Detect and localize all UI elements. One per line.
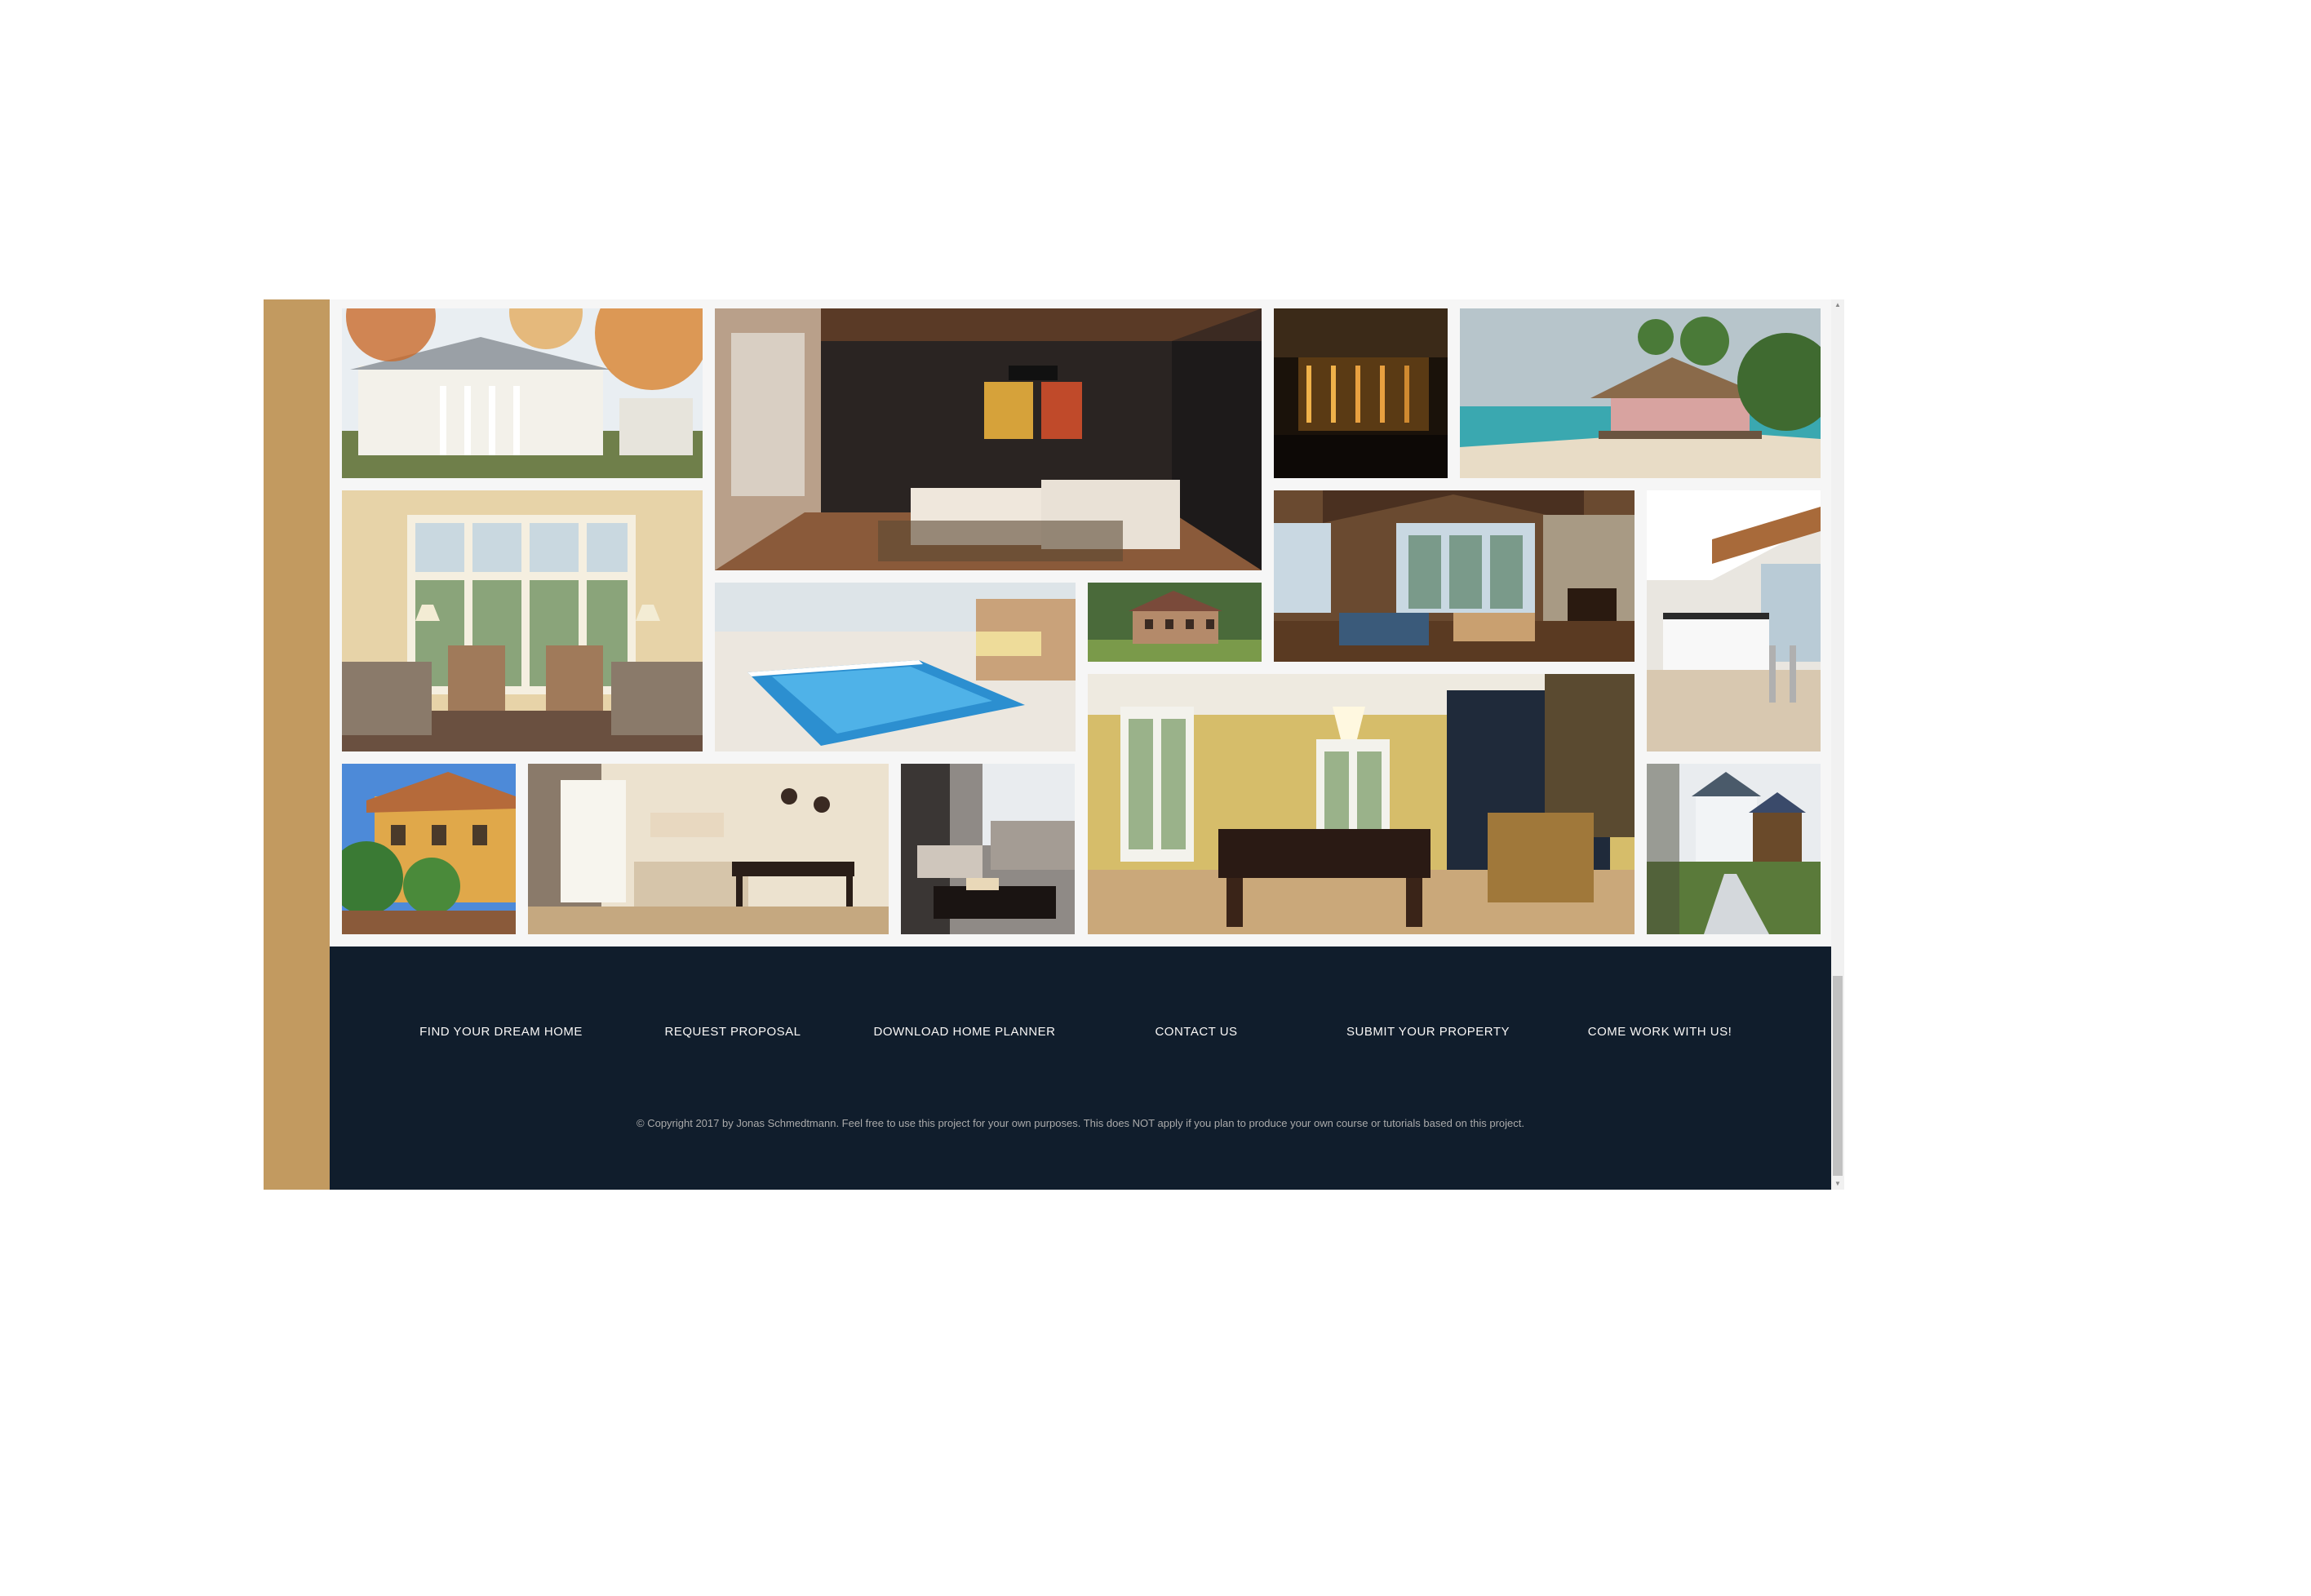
gallery-image-indoor-pool[interactable]: [715, 583, 1076, 751]
browser-viewport: FIND YOUR DREAM HOME REQUEST PROPOSAL DO…: [264, 299, 1844, 1190]
gallery-image-bar-lounge[interactable]: [1274, 308, 1448, 478]
gallery-image-white-house[interactable]: [1647, 764, 1821, 934]
gallery-image-brick-mansion[interactable]: [1088, 583, 1262, 662]
gallery-image-billiard-room[interactable]: [1088, 674, 1635, 934]
sidebar: [264, 299, 330, 1190]
gallery-image-lounge[interactable]: [901, 764, 1075, 934]
scroll-up-icon[interactable]: ▲: [1831, 299, 1844, 311]
footer-link-contact-us[interactable]: CONTACT US: [1155, 1025, 1237, 1039]
footer-link-request-proposal[interactable]: REQUEST PROPOSAL: [665, 1025, 801, 1039]
footer-link-find-dream-home[interactable]: FIND YOUR DREAM HOME: [419, 1025, 583, 1039]
gallery-image-modern-living-room[interactable]: [715, 308, 1262, 570]
footer-link-download-planner[interactable]: DOWNLOAD HOME PLANNER: [873, 1025, 1055, 1039]
gallery-image-beach-hut[interactable]: [1460, 308, 1821, 478]
footer-nav: FIND YOUR DREAM HOME REQUEST PROPOSAL DO…: [330, 947, 1831, 1110]
scroll-down-icon[interactable]: ▼: [1831, 1178, 1844, 1190]
gallery-image-villa[interactable]: [342, 764, 516, 934]
gallery-image-white-kitchen[interactable]: [1647, 490, 1821, 751]
vertical-scrollbar[interactable]: ▲ ▼: [1831, 299, 1844, 1190]
footer-link-submit-property[interactable]: SUBMIT YOUR PROPERTY: [1346, 1025, 1510, 1039]
gallery-image-dining-room[interactable]: [528, 764, 889, 934]
scroll-thumb[interactable]: [1833, 976, 1843, 1176]
gallery-image-sunroom[interactable]: [342, 490, 703, 751]
gallery-image-great-room[interactable]: [1274, 490, 1635, 662]
gallery-image-colonial-house[interactable]: [342, 308, 703, 478]
copyright-text: © Copyright 2017 by Jonas Schmedtmann. F…: [637, 1117, 1524, 1129]
footer-link-work-with-us[interactable]: COME WORK WITH US!: [1588, 1025, 1732, 1039]
site-footer: FIND YOUR DREAM HOME REQUEST PROPOSAL DO…: [330, 947, 1831, 1190]
photo-gallery: [330, 299, 1831, 947]
